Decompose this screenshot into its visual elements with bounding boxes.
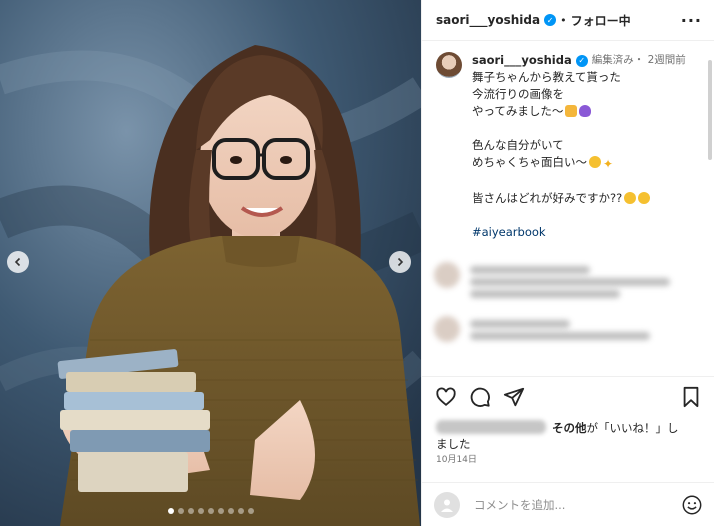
share-icon [503, 387, 525, 406]
carousel-dot [197, 508, 204, 514]
instagram-post: saori___yoshida ✓ • フォロー中 ··· saori___yo… [0, 0, 714, 526]
carousel-dots [0, 508, 421, 514]
post-side-panel: saori___yoshida ✓ • フォロー中 ··· saori___yo… [421, 0, 714, 526]
verified-badge-icon: ✓ [575, 54, 588, 67]
likes-others-link[interactable]: その他 [552, 421, 587, 435]
chevron-right-icon [397, 257, 404, 267]
chevron-left-icon [14, 257, 21, 267]
carousel-dot [207, 508, 214, 514]
verified-badge-icon: ✓ [544, 14, 557, 26]
caption-meta: 編集済み・ 2週間前 [591, 54, 686, 66]
following-button[interactable]: フォロー中 [571, 12, 631, 29]
post-image[interactable] [0, 0, 421, 526]
more-horizontal-icon[interactable]: ··· [681, 11, 702, 30]
carousel-dot [177, 508, 184, 514]
emoji-icon[interactable] [681, 494, 703, 516]
sparkle-emoji-icon: ✦ [603, 157, 614, 171]
scrollbar-thumb[interactable] [708, 60, 712, 160]
post-caption: saori___yoshida ✓ 編集済み・ 2週間前 舞子ちゃんから教えて貰… [436, 52, 704, 241]
carousel-dot [247, 508, 254, 514]
bookmark-button[interactable] [679, 385, 703, 409]
add-comment-bar [422, 482, 714, 526]
post-date[interactable]: 10月14日 [436, 452, 477, 465]
likes-suffix: が「いいね！」し [586, 421, 679, 435]
carousel-dot [167, 508, 174, 514]
avatar [434, 491, 460, 518]
blurred-comments [434, 262, 704, 372]
caption-line: やってみました〜 [472, 104, 564, 118]
carousel-dot [187, 508, 194, 514]
comment-input[interactable] [472, 496, 656, 513]
caption-username[interactable]: saori___yoshida [472, 52, 572, 69]
like-button[interactable] [434, 385, 458, 409]
next-image-button[interactable] [389, 251, 411, 273]
bookmark-icon [683, 386, 699, 407]
likes-suffix-cont: ました [436, 437, 471, 451]
face-emoji-icon [638, 192, 651, 204]
face-emoji-icon [624, 192, 637, 204]
header-separator: • [560, 13, 567, 27]
comment-button[interactable] [468, 385, 492, 409]
prev-image-button[interactable] [7, 251, 29, 273]
caption-line: 今流行りの画像を [472, 87, 564, 101]
comment-icon [470, 387, 490, 407]
header-username[interactable]: saori___yoshida [436, 13, 540, 27]
caption-line: めちゃくちゃ面白い〜 [472, 155, 587, 169]
portrait-illustration [0, 0, 421, 526]
caption-line: 舞子ちゃんから教えて貰った [472, 70, 621, 84]
avatar[interactable] [436, 52, 462, 78]
likers-avatars[interactable] [436, 420, 546, 434]
person-emoji-icon [565, 105, 578, 117]
caption-line: 皆さんはどれが好みですか?? [472, 191, 623, 205]
likes-summary: その他が「いいね！」し ました [436, 420, 706, 452]
heart-icon [436, 387, 456, 406]
post-header: saori___yoshida ✓ • フォロー中 ··· [422, 0, 714, 41]
purple-heart-emoji-icon [579, 105, 592, 117]
carousel-dot [227, 508, 234, 514]
action-bar [422, 376, 714, 416]
carousel-dot [237, 508, 244, 514]
hashtag-link[interactable]: #aiyearbook [472, 224, 686, 241]
carousel-dot [217, 508, 224, 514]
user-placeholder-icon [441, 499, 453, 512]
smile-emoji-icon [589, 156, 601, 168]
share-button[interactable] [502, 385, 526, 409]
caption-line: 色んな自分がいて [472, 138, 564, 152]
